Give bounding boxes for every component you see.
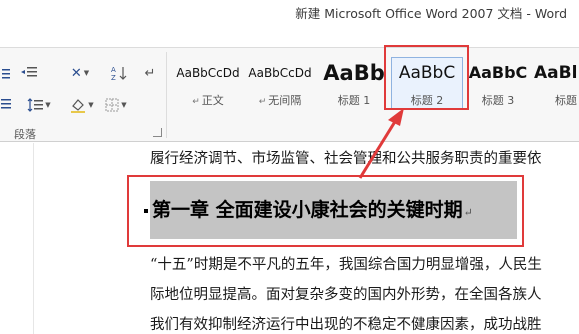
style-name: 正文 [201, 94, 224, 107]
title-bar: 新建 Microsoft Office Word 2007 文档 - Word [0, 0, 579, 24]
style-name: 无间隔 [268, 94, 302, 107]
paragraph-mark-icon: ↵ [258, 97, 267, 107]
style-normal[interactable]: AaBbCcDd ↵ 正文 [172, 58, 244, 108]
paragraph-dialog-launcher[interactable] [153, 128, 162, 137]
document-page[interactable]: 履行经济调节、市场监管、社会管理和公共服务职责的重要依 第一章 全面建设小康社会… [0, 143, 579, 334]
style-sample: AaBbC [468, 63, 528, 82]
paragraph-line: 履行经济调节、市场监管、社会管理和公共服务职责的重要依 [150, 151, 542, 167]
paragraph-line: 际地位明显提高。面对复杂多变的国内外形势，在全国各族人 [150, 287, 542, 303]
style-heading-1[interactable]: AaBb 标题 1 [318, 58, 390, 108]
style-name: 标题 3 [481, 94, 515, 107]
paragraph-mark-icon: ↵ [192, 97, 200, 107]
heading-annotation-box [127, 175, 524, 247]
style-sample: AaBbCcDd [176, 66, 240, 80]
paragraph-line: 我们有效抑制经济运行中出现的不稳定不健康因素，成功战胜 [150, 317, 542, 333]
ribbon: ✕ ▼ AZ ↵ ▼ ▼ ▼ 段落 AaBbCcDd ↵ 正文 AaBbCcDd ↵… [0, 47, 579, 142]
style-sample: AaBl [534, 63, 578, 83]
style-no-spacing[interactable]: AaBbCcDd ↵ 无间隔 [244, 58, 316, 108]
svg-text:Z: Z [111, 74, 116, 81]
style-title[interactable]: AaBl 标题 [534, 58, 579, 108]
multilevel-list-icon[interactable] [2, 62, 10, 84]
style-name: 标题 [555, 94, 577, 107]
paragraph-line: “十五”时期是不平凡的五年，我国综合国力明显增强，人民生 [150, 257, 542, 273]
page-margin-line [33, 143, 34, 334]
decrease-indent-icon[interactable] [18, 62, 40, 84]
line-spacing-button[interactable]: ▼ [24, 94, 54, 116]
justify-icon[interactable] [0, 94, 12, 116]
style-sample: AaBbCcDd [248, 66, 312, 80]
style-name: 标题 1 [337, 94, 371, 107]
group-divider [166, 52, 167, 138]
chinese-layout-button[interactable]: ✕ ▼ [62, 62, 98, 84]
borders-button[interactable]: ▼ [100, 94, 132, 116]
svg-text:A: A [111, 66, 116, 74]
show-formatting-marks-icon[interactable]: ↵ [140, 62, 160, 84]
paragraph-group-label: 段落 [14, 128, 36, 141]
sort-icon[interactable]: AZ [108, 62, 130, 84]
window-title: 新建 Microsoft Office Word 2007 文档 - Word [295, 6, 567, 21]
style-sample: AaBb [323, 61, 385, 85]
style-annotation-box [384, 45, 469, 110]
style-heading-3[interactable]: AaBbC 标题 3 [462, 58, 534, 108]
shading-button[interactable]: ▼ [66, 94, 98, 116]
